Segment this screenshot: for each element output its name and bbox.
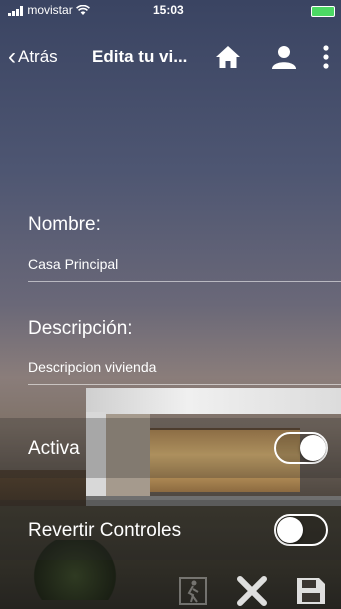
name-field-underline: [28, 281, 341, 282]
revert-controls-label: Revertir Controles: [28, 520, 182, 541]
description-label: Descripción:: [28, 318, 133, 339]
more-vertical-icon[interactable]: [319, 44, 333, 70]
carrier-label: movistar: [27, 3, 73, 17]
close-icon[interactable]: [236, 576, 268, 606]
status-bar: movistar 15:03: [0, 0, 341, 20]
navigation-bar: ‹ Atrás Edita tu vi...: [0, 42, 341, 72]
name-field[interactable]: Casa Principal: [28, 256, 118, 272]
active-toggle[interactable]: [274, 432, 328, 464]
revert-controls-toggle[interactable]: [274, 514, 328, 546]
clock: 15:03: [153, 3, 184, 17]
exit-icon[interactable]: [177, 576, 209, 606]
revert-controls-toggle-knob: [277, 517, 303, 543]
active-toggle-knob: [300, 435, 326, 461]
background-house-roof: [86, 388, 341, 414]
name-label: Nombre:: [28, 214, 101, 235]
home-icon[interactable]: [215, 44, 241, 70]
description-field[interactable]: Descripcion vivienda: [28, 359, 156, 375]
carrier-name: movistar: [8, 0, 90, 20]
back-button[interactable]: ‹ Atrás: [8, 42, 58, 72]
wifi-icon: [76, 5, 90, 16]
description-field-underline: [28, 384, 341, 385]
page-title: Edita tu vi...: [92, 47, 188, 66]
save-icon[interactable]: [295, 576, 327, 606]
active-label: Activa: [28, 438, 80, 459]
battery-icon: [311, 6, 335, 17]
user-icon[interactable]: [271, 44, 297, 70]
back-label: Atrás: [18, 47, 58, 66]
signal-icon: [8, 5, 23, 16]
chevron-left-icon: ‹: [8, 43, 16, 70]
